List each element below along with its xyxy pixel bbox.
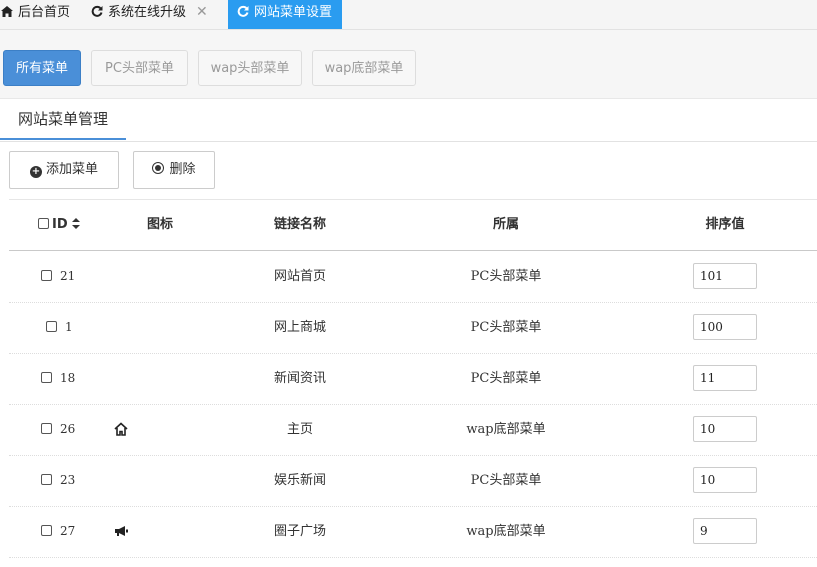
id-cell: 23 [41,455,75,506]
sort-value-input[interactable] [693,416,757,442]
select-all-checkbox[interactable] [38,218,49,229]
row-id: 27 [60,524,76,538]
table-row: 18 新闻资讯 PC头部菜单 [9,353,817,405]
table-row: 1 网上商城 PC头部菜单 [9,302,817,354]
add-menu-button[interactable]: + 添加菜单 [9,151,119,189]
row-id: 18 [60,371,76,385]
tab-home[interactable]: 后台首页 [0,0,70,29]
filter-all-menus-button[interactable]: 所有菜单 [3,50,81,86]
row-checkbox[interactable] [46,321,57,332]
row-name: 圈子广场 [273,524,326,539]
refresh-icon [236,0,250,24]
refresh-icon [90,0,104,24]
row-name: 主页 [286,422,313,437]
row-id: 1 [65,320,73,334]
id-column-header[interactable]: ID [38,200,98,250]
delete-button[interactable]: 删除 [133,151,215,189]
table-row: 26 主页 wap底部菜单 [9,404,817,456]
row-name: 新闻资讯 [273,371,326,386]
row-name: 娱乐新闻 [273,473,326,488]
filter-wap-header-button[interactable]: wap头部菜单 [198,50,302,86]
panel-header: 网站菜单管理 [0,99,817,142]
id-cell: 1 [46,302,73,353]
tab-label: 后台首页 [18,5,71,20]
sort-value-input[interactable] [693,467,757,493]
menu-filter-bar: 所有菜单 PC头部菜单 wap头部菜单 wap底部菜单 [0,30,817,99]
row-id: 26 [60,422,76,436]
row-checkbox[interactable] [41,372,52,383]
row-id: 21 [60,269,76,283]
table-row: 27 圈子广场 wap底部菜单 [9,506,817,558]
panel-title: 网站菜单管理 [0,99,126,140]
id-cell: 18 [41,353,75,404]
stop-circle-icon [152,162,165,174]
row-group: PC头部菜单 [470,473,542,488]
row-group: wap底部菜单 [466,422,546,437]
row-group: PC头部菜单 [470,371,542,386]
id-cell: 27 [41,506,75,557]
tab-menu-settings[interactable]: 网站菜单设置 [228,0,343,29]
row-name: 网站首页 [273,269,326,284]
table-row: 23 娱乐新闻 PC头部菜单 [9,455,817,507]
tab-label: 系统在线升级 [108,5,187,20]
tab-system-upgrade[interactable]: 系统在线升级 ✕ [90,0,208,29]
row-group: PC头部菜单 [470,269,542,284]
row-checkbox[interactable] [41,474,52,485]
name-column-header: 链接名称 [273,217,326,232]
table-row: 21 网站首页 PC头部菜单 [9,251,817,303]
sort-value-input[interactable] [693,314,757,340]
tab-bar: 后台首页 系统在线升级 ✕ 网站菜单设置 [0,0,817,30]
megaphone-icon [113,523,129,539]
row-group: PC头部菜单 [470,320,542,335]
row-name: 网上商城 [273,320,326,335]
filter-pc-header-button[interactable]: PC头部菜单 [91,50,188,86]
sort-value-input[interactable] [693,365,757,391]
delete-label: 删除 [169,162,196,177]
table-header: ID 图标 链接名称 所属 排序值 [9,200,817,251]
row-checkbox[interactable] [41,525,52,536]
add-menu-label: 添加菜单 [45,162,98,177]
row-checkbox[interactable] [41,423,52,434]
id-header-label: ID [52,217,68,232]
sort-column-header: 排序值 [705,217,745,232]
group-column-header: 所属 [492,217,519,232]
filter-wap-footer-button[interactable]: wap底部菜单 [312,50,416,86]
row-checkbox[interactable] [41,270,52,281]
row-group: wap底部菜单 [466,524,546,539]
sort-icon[interactable] [72,217,81,232]
close-icon[interactable]: ✕ [196,4,208,20]
icon-column-header: 图标 [146,217,173,232]
home-icon [0,0,14,24]
sort-value-input[interactable] [693,518,757,544]
plus-circle-icon: + [29,166,42,178]
tab-label: 网站菜单设置 [254,5,333,20]
id-cell: 21 [41,251,75,302]
sort-value-input[interactable] [693,263,757,289]
id-cell: 26 [41,404,75,455]
row-id: 23 [60,473,76,487]
home-outline-icon [113,421,129,437]
